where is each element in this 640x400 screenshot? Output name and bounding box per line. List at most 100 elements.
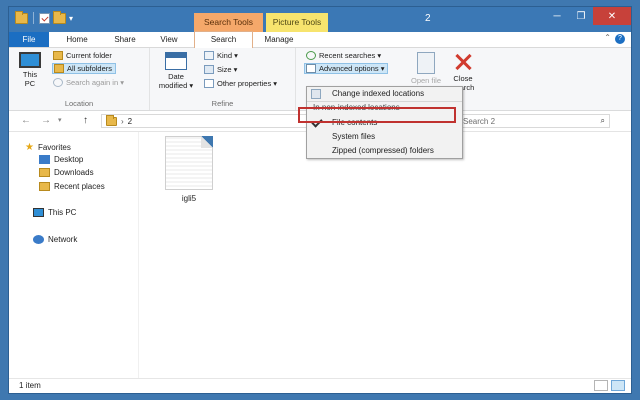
menu-section-header: In non-indexed locations bbox=[313, 103, 400, 112]
kind-button[interactable]: Kind ▾ bbox=[204, 51, 238, 60]
star-icon: ★ bbox=[25, 142, 34, 153]
folder-icon bbox=[106, 114, 117, 126]
calendar-icon bbox=[165, 52, 187, 70]
nav-network[interactable]: Network bbox=[33, 235, 77, 244]
current-folder-label: Current folder bbox=[66, 51, 112, 60]
collapse-ribbon-icon[interactable]: ⌃ bbox=[604, 33, 611, 42]
open-file-location-button[interactable]: Open file bbox=[406, 52, 446, 85]
size-button[interactable]: Size ▾ bbox=[204, 65, 237, 74]
system-files-item[interactable]: System files bbox=[307, 131, 462, 143]
search-again-button[interactable]: Search again in ▾ bbox=[53, 78, 124, 87]
close-button[interactable]: ✕ bbox=[593, 7, 631, 25]
computer-icon bbox=[33, 208, 44, 217]
qat-dropdown-icon[interactable]: ▾ bbox=[69, 14, 73, 23]
file-list: igli5 bbox=[139, 132, 631, 379]
view-switcher bbox=[594, 380, 625, 391]
details-view-icon[interactable] bbox=[594, 380, 608, 391]
network-icon bbox=[33, 235, 44, 244]
change-indexed-locations-item[interactable]: Change indexed locations bbox=[307, 88, 462, 100]
recent-searches-icon bbox=[306, 51, 316, 60]
nav-favorites[interactable]: ★ Favorites bbox=[25, 142, 71, 153]
up-arrow-icon[interactable]: ↑ bbox=[83, 115, 88, 126]
window-controls: ─ ❐ ✕ bbox=[545, 7, 631, 25]
nav-recent-places[interactable]: Recent places bbox=[39, 182, 105, 191]
nav-this-pc[interactable]: This PC bbox=[33, 208, 76, 217]
advanced-options-menu: Change indexed locations In non-indexed … bbox=[306, 86, 463, 159]
search-icon[interactable]: ⌕ bbox=[601, 116, 605, 126]
forward-arrow-icon[interactable]: → bbox=[41, 115, 51, 126]
date-modified-button[interactable]: Date modified ▾ bbox=[156, 52, 196, 90]
other-properties-label: Other properties ▾ bbox=[217, 79, 278, 88]
tab-share[interactable]: Share bbox=[105, 32, 145, 47]
all-subfolders-label: All subfolders bbox=[67, 64, 113, 73]
tab-home[interactable]: Home bbox=[57, 32, 97, 47]
maximize-button[interactable]: ❐ bbox=[569, 7, 593, 25]
properties-icon bbox=[204, 79, 214, 88]
other-properties-button[interactable]: Other properties ▾ bbox=[204, 79, 277, 88]
minimize-button[interactable]: ─ bbox=[545, 7, 569, 25]
this-pc-button[interactable]: This PC bbox=[17, 52, 43, 88]
nav-recent-places-label: Recent places bbox=[54, 182, 105, 191]
tab-search[interactable]: Search bbox=[194, 31, 253, 48]
status-bar: 1 item bbox=[9, 378, 631, 393]
properties-icon[interactable] bbox=[39, 12, 50, 24]
recent-searches-button[interactable]: Recent searches ▾ bbox=[306, 51, 381, 60]
nav-favorites-label: Favorites bbox=[37, 143, 71, 152]
indexed-locations-icon bbox=[311, 89, 321, 99]
recent-places-icon bbox=[39, 182, 50, 191]
computer-icon bbox=[19, 52, 41, 68]
this-pc-label: This PC bbox=[22, 70, 38, 88]
tab-file[interactable]: File bbox=[9, 32, 49, 47]
close-search-icon bbox=[453, 52, 473, 72]
breadcrumb-folder[interactable]: 2 bbox=[128, 117, 132, 126]
system-files-label: System files bbox=[332, 132, 376, 141]
kind-label: Kind ▾ bbox=[217, 51, 238, 60]
help-icon[interactable]: ? bbox=[615, 34, 625, 44]
current-folder-button[interactable]: Current folder bbox=[53, 51, 112, 60]
advanced-options-label: Advanced options ▾ bbox=[319, 64, 385, 73]
refine-group-label: Refine bbox=[211, 99, 234, 108]
tab-manage[interactable]: Manage bbox=[254, 32, 304, 47]
recent-locations-icon[interactable]: ▾ bbox=[58, 116, 62, 124]
open-file-label: Open file bbox=[410, 76, 442, 85]
file-icon bbox=[165, 136, 213, 190]
breadcrumb-chevron-icon[interactable]: › bbox=[121, 117, 124, 126]
file-contents-label: File contents bbox=[332, 118, 378, 127]
search-again-label: Search again in ▾ bbox=[66, 78, 124, 87]
navigation-pane: ★ Favorites Desktop Downloads Recent pla… bbox=[9, 132, 137, 379]
size-icon bbox=[204, 65, 214, 74]
item-count: 1 item bbox=[19, 381, 41, 390]
search-icon bbox=[53, 78, 63, 87]
all-subfolders-button[interactable]: All subfolders bbox=[52, 63, 117, 74]
nav-desktop-label: Desktop bbox=[54, 155, 84, 164]
downloads-icon bbox=[39, 168, 50, 177]
open-file-icon bbox=[417, 52, 435, 74]
tab-view[interactable]: View bbox=[149, 32, 189, 47]
file-item[interactable]: igli5 bbox=[161, 136, 217, 203]
menu-separator bbox=[307, 101, 462, 102]
zipped-folders-label: Zipped (compressed) folders bbox=[332, 146, 434, 155]
nav-downloads[interactable]: Downloads bbox=[39, 168, 94, 177]
explorer-window: ▾ Search Tools Picture Tools 2 ─ ❐ ✕ Fil… bbox=[8, 6, 632, 394]
large-icons-view-icon[interactable] bbox=[611, 380, 625, 391]
advanced-options-button[interactable]: Advanced options ▾ bbox=[304, 63, 389, 74]
checkmark-icon bbox=[311, 116, 323, 128]
folder-icon[interactable] bbox=[15, 10, 28, 24]
recent-searches-label: Recent searches ▾ bbox=[319, 51, 382, 60]
folder-icon bbox=[53, 51, 63, 60]
title-bar: ▾ Search Tools Picture Tools 2 ─ ❐ ✕ bbox=[9, 7, 631, 32]
picture-tools-header: Picture Tools bbox=[266, 13, 328, 32]
search-input[interactable]: Search 2 ⌕ bbox=[458, 114, 610, 128]
contextual-tab-headers: Search Tools Picture Tools bbox=[194, 13, 328, 32]
zipped-folders-item[interactable]: Zipped (compressed) folders bbox=[307, 145, 462, 157]
location-group-label: Location bbox=[64, 99, 94, 108]
advanced-options-icon bbox=[306, 64, 316, 73]
quick-access-toolbar: ▾ bbox=[15, 10, 73, 24]
desktop-icon bbox=[39, 155, 50, 164]
back-arrow-icon[interactable]: ← bbox=[21, 115, 31, 126]
file-contents-item[interactable]: File contents bbox=[307, 116, 462, 129]
toolbar-separator bbox=[33, 12, 34, 24]
ribbon-tab-bar: File Home Share View Search Manage ⌃ ? bbox=[9, 31, 631, 48]
new-folder-icon[interactable] bbox=[53, 10, 66, 24]
nav-desktop[interactable]: Desktop bbox=[39, 155, 83, 164]
